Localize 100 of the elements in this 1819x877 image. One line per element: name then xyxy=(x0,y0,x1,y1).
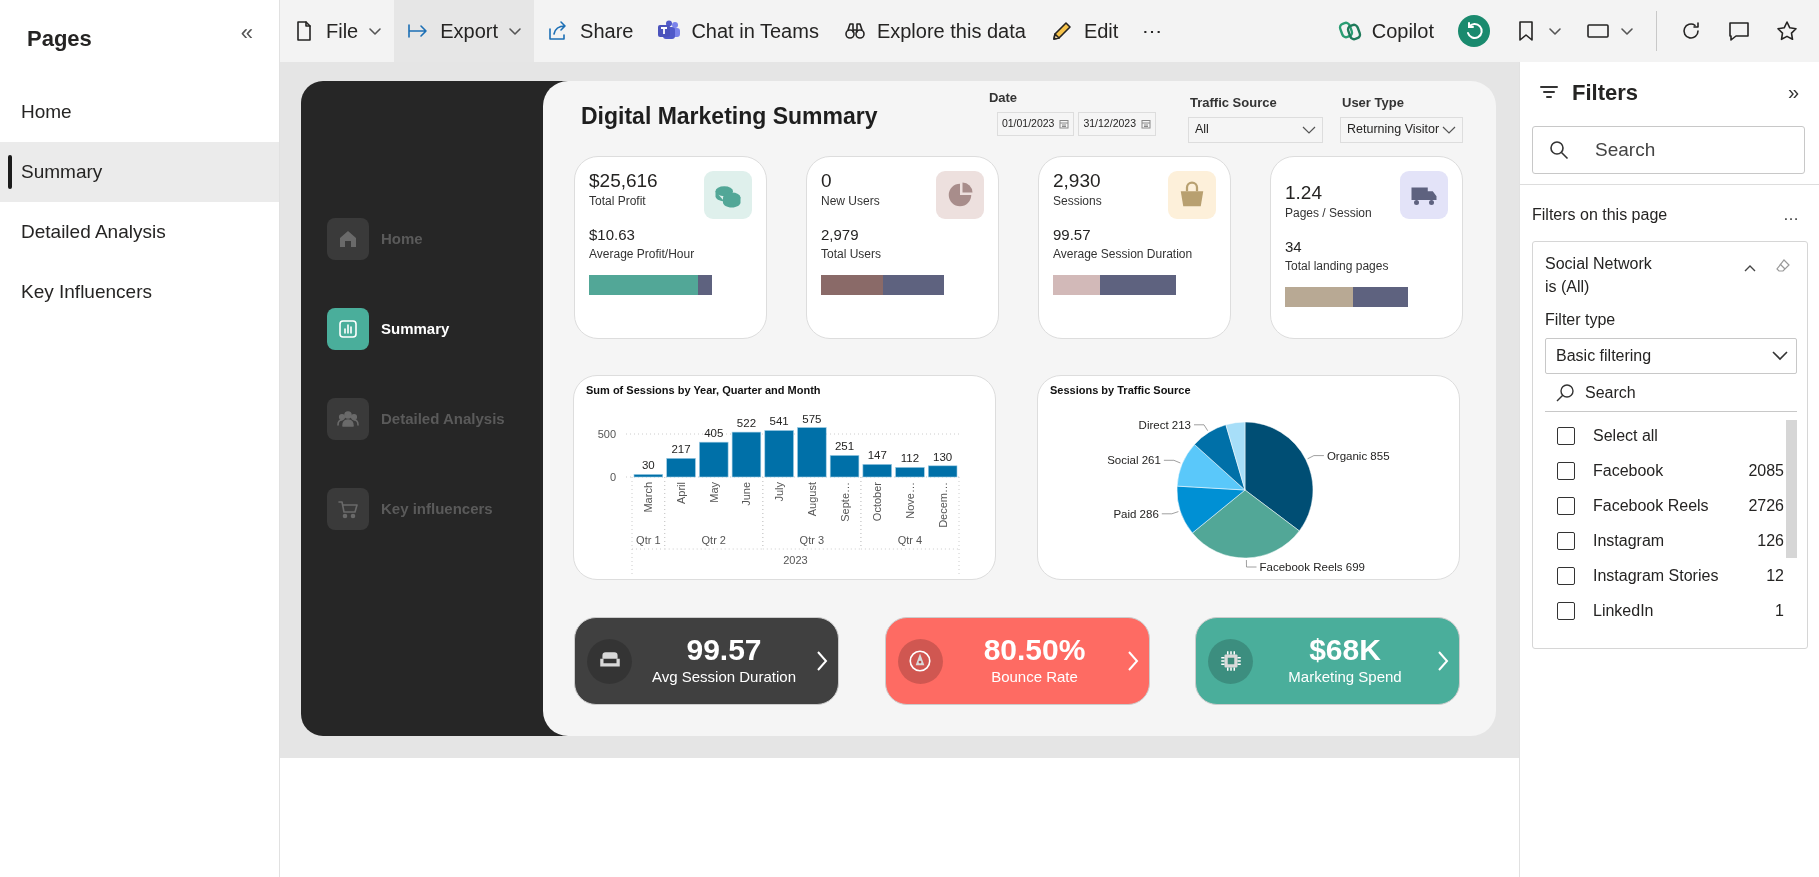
section-label: Filters on this page xyxy=(1532,205,1668,225)
slicer-label: Date xyxy=(988,89,1019,107)
kpi-label: Average Session Duration xyxy=(1053,245,1194,263)
filter-condition: is (All) xyxy=(1545,277,1591,298)
bar xyxy=(633,473,663,477)
axis-label: August xyxy=(805,481,818,516)
scrollbar[interactable] xyxy=(1786,420,1797,559)
metric-card[interactable]: 99.57 Avg Session Duration xyxy=(574,617,839,705)
axis-label: July xyxy=(773,481,786,502)
nav-button[interactable]: Summary xyxy=(327,308,543,350)
filter-option[interactable]: Select all xyxy=(1545,418,1784,454)
chevron-right-icon xyxy=(816,650,828,672)
toolbar-button[interactable]: File xyxy=(280,0,395,62)
more-button[interactable]: ⋯ xyxy=(1130,0,1175,62)
data-label: 575 xyxy=(802,412,822,425)
data-label: Paid 286 xyxy=(1113,507,1159,520)
toolbar-button[interactable]: Share xyxy=(534,0,646,62)
bar xyxy=(797,426,827,477)
chevron-icon xyxy=(1772,351,1788,362)
metric-value: 80.50% xyxy=(982,634,1087,666)
filter-option[interactable]: Instagram Stories 12 xyxy=(1545,558,1784,594)
toolbar-button[interactable]: Export xyxy=(394,0,535,62)
search-field[interactable]: Search xyxy=(1532,126,1805,174)
chevron-right-icon xyxy=(1126,650,1139,672)
data-label: 251 xyxy=(834,439,855,452)
kpi-value: $10.63 xyxy=(589,224,636,245)
kpi-value: 99.57 xyxy=(1053,224,1092,245)
toolbar-button[interactable]: Chat in Teams xyxy=(645,0,831,62)
count: 2726 xyxy=(1748,495,1784,516)
page-tab[interactable]: Key Influencers xyxy=(0,262,279,322)
bar xyxy=(666,457,696,477)
metric-label: Marketing Spend xyxy=(1287,666,1403,687)
filter-option[interactable]: Facebook Reels 2726 xyxy=(1545,488,1784,524)
dropdown[interactable]: Returning Visitor xyxy=(1340,116,1463,143)
axis-label: 500 xyxy=(597,427,616,440)
bar xyxy=(862,463,892,477)
axis-label: June xyxy=(740,481,753,506)
search-field[interactable]: Search xyxy=(1545,374,1797,413)
axis-label: Septe… xyxy=(838,481,851,522)
leader-line xyxy=(1246,559,1257,567)
data-label: 112 xyxy=(900,451,920,464)
filter-option[interactable]: LinkedIn 1 xyxy=(1545,593,1784,629)
kpi-label: New Users xyxy=(821,192,881,210)
filter-type-dropdown[interactable]: Basic filtering xyxy=(1545,338,1797,375)
kpi-label: Average Profit/Hour xyxy=(589,245,696,263)
slicer-label: User Type xyxy=(1342,94,1405,112)
checkbox[interactable] xyxy=(1557,426,1575,445)
kpi-value: $25,616 xyxy=(589,171,659,192)
copilot-button[interactable]: Copilot xyxy=(1325,0,1446,62)
checkbox[interactable] xyxy=(1557,461,1575,480)
page-tab[interactable]: Summary xyxy=(0,142,279,202)
leader-line xyxy=(1161,510,1179,514)
expand-button[interactable]: » xyxy=(1783,82,1803,102)
data-label: 130 xyxy=(933,450,953,463)
date-field[interactable]: 31/12/2023 xyxy=(1078,111,1156,136)
dropdown[interactable]: All xyxy=(1188,116,1323,143)
filter-option[interactable]: Instagram 126 xyxy=(1545,523,1784,559)
filter-option[interactable]: Facebook 2085 xyxy=(1545,453,1784,489)
kpi-label: Sessions xyxy=(1053,192,1103,210)
chevron-up-icon xyxy=(1743,263,1757,274)
leader-line xyxy=(1193,423,1209,431)
metric-label: Avg Session Duration xyxy=(651,666,797,687)
more-button[interactable]: … xyxy=(1779,203,1803,227)
leader-line xyxy=(1163,459,1181,463)
checkbox[interactable] xyxy=(1557,601,1575,620)
kpi-value: 0 xyxy=(821,171,833,192)
calendar-icon xyxy=(1059,118,1070,129)
count: 2085 xyxy=(1748,460,1784,481)
bar xyxy=(764,429,794,477)
calendar-icon xyxy=(1141,118,1151,129)
bar xyxy=(829,454,860,477)
axis-label: Nove… xyxy=(903,481,916,519)
data-label: 217 xyxy=(671,442,691,455)
comment-icon xyxy=(1727,19,1751,43)
checkbox[interactable] xyxy=(1557,531,1575,550)
axis-label: April xyxy=(675,481,688,504)
bar xyxy=(699,441,729,477)
kpi-value: 2,979 xyxy=(821,224,860,245)
axis-label: October xyxy=(871,481,884,521)
checkbox[interactable] xyxy=(1557,566,1575,585)
eraser-icon xyxy=(1775,258,1791,275)
kpi-value: 2,930 xyxy=(1053,171,1102,192)
undo-icon xyxy=(1458,15,1490,47)
page-tab[interactable]: Home xyxy=(0,82,279,142)
search-icon xyxy=(1555,382,1575,403)
data-label: Direct 213 xyxy=(1138,418,1191,431)
collapse-button[interactable]: « xyxy=(236,22,257,44)
data-label: 522 xyxy=(736,416,757,429)
toolbar-button[interactable]: Edit xyxy=(1037,0,1131,62)
field-label: Filter type xyxy=(1545,310,1617,331)
kpi-value: 34 xyxy=(1285,236,1303,257)
date-field[interactable]: 01/01/2023 xyxy=(996,111,1075,136)
checkbox[interactable] xyxy=(1557,496,1575,515)
page-tab[interactable]: Detailed Analysis xyxy=(0,202,279,262)
metric-value: $68K xyxy=(1308,634,1382,666)
data-label: 147 xyxy=(867,448,887,461)
toolbar-button[interactable]: Explore this data xyxy=(830,0,1038,62)
metric-label: Bounce Rate xyxy=(990,666,1079,687)
pane-title: Filters xyxy=(1572,78,1639,107)
axis-label: Decem… xyxy=(936,481,949,528)
